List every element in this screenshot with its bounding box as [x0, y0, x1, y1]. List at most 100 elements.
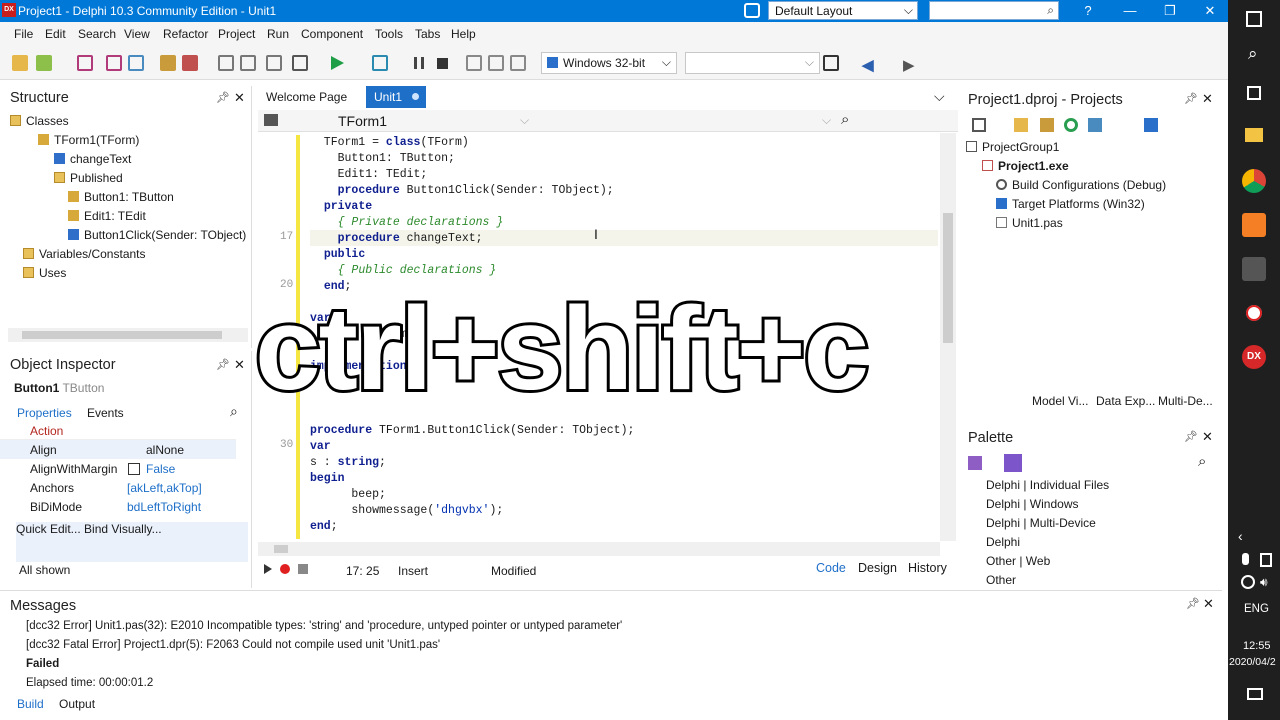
horizontal-scrollbar[interactable]	[8, 328, 248, 342]
task-view-icon[interactable]	[1247, 86, 1261, 100]
ide-search-input[interactable]: ⌕	[929, 1, 1059, 20]
message-line[interactable]: Failed	[26, 658, 59, 670]
class-combo[interactable]: TForm1	[338, 113, 387, 129]
tree-item-tform1[interactable]: TForm1(TForm)	[38, 131, 139, 150]
menu-search[interactable]: Search	[78, 27, 116, 41]
project-group[interactable]: ProjectGroup1	[966, 138, 1059, 157]
clock-time[interactable]: 12:55	[1243, 640, 1271, 652]
forward-icon[interactable]: ▶	[903, 56, 915, 74]
tree-item-classes[interactable]: Classes	[10, 112, 69, 131]
menu-tabs[interactable]: Tabs	[415, 27, 440, 41]
tree-item-uses[interactable]: Uses	[23, 264, 66, 283]
search-icon[interactable]: ⌕	[841, 111, 849, 128]
view-form-icon[interactable]	[266, 55, 282, 71]
tab-design[interactable]: Design	[858, 561, 897, 575]
project-exe[interactable]: Project1.exe	[982, 157, 1069, 176]
prop-row[interactable]: Align alNone	[0, 440, 236, 459]
prop-row[interactable]: BiDiMode bdLeftToRight	[0, 497, 236, 516]
pin-icon[interactable]: 📌︎	[1184, 430, 1198, 443]
menu-tools[interactable]: Tools	[375, 27, 403, 41]
add-icon[interactable]	[1014, 118, 1028, 132]
select-icon[interactable]	[1004, 454, 1022, 472]
save-all-icon[interactable]	[106, 55, 122, 71]
object-selector[interactable]: Button1 TButton	[14, 381, 248, 395]
select-icon[interactable]	[292, 55, 308, 71]
unit1-file[interactable]: Unit1.pas	[996, 214, 1063, 233]
sync-icon[interactable]	[972, 118, 986, 132]
palette-item[interactable]: Delphi | Individual Files	[986, 476, 1109, 495]
stop-icon[interactable]	[437, 58, 448, 69]
chrome-icon[interactable]	[1242, 169, 1266, 193]
tab-data-explorer[interactable]: Data Exp...	[1096, 394, 1155, 408]
network-icon[interactable]	[1241, 575, 1255, 589]
step-over-icon[interactable]	[466, 55, 482, 71]
run-without-debug-icon[interactable]	[372, 55, 388, 71]
save-icon[interactable]	[77, 55, 93, 71]
menu-edit[interactable]: Edit	[45, 27, 66, 41]
platform-select[interactable]: Windows 32-bit ⌵	[541, 52, 677, 74]
close-button[interactable]: ✕	[1190, 0, 1230, 22]
palette-item[interactable]: Delphi | Multi-Device	[986, 514, 1096, 533]
tree-item-changetext[interactable]: changeText	[54, 150, 131, 169]
view-unit-icon[interactable]	[240, 55, 256, 71]
menu-run[interactable]: Run	[267, 27, 289, 41]
tree-item-published[interactable]: Published	[54, 169, 123, 188]
target-platforms[interactable]: Target Platforms (Win32)	[996, 195, 1145, 214]
chevron-down-icon[interactable]: ⌵	[934, 88, 945, 105]
maximize-button[interactable]: ❐	[1150, 0, 1190, 22]
menu-project[interactable]: Project	[218, 27, 255, 41]
pin-icon[interactable]: 📌︎	[216, 91, 230, 104]
clock-date[interactable]: 2020/04/2	[1229, 656, 1276, 668]
toggle-form-icon[interactable]	[218, 55, 234, 71]
palette-item[interactable]: Delphi | Windows	[986, 495, 1078, 514]
file-explorer-icon[interactable]	[1245, 128, 1263, 142]
record-macro-icon[interactable]	[280, 564, 290, 574]
mic-icon[interactable]	[1242, 553, 1249, 565]
inspector-links[interactable]: Quick Edit... Bind Visually...	[16, 522, 248, 562]
tree-item-button1click[interactable]: Button1Click(Sender: TObject)	[68, 226, 246, 245]
close-icon[interactable]: ✕	[1203, 596, 1214, 612]
menu-view[interactable]: View	[124, 27, 150, 41]
refresh-icon[interactable]	[1064, 118, 1078, 132]
tree-item-edit1[interactable]: Edit1: TEdit	[68, 207, 146, 226]
checkbox[interactable]	[128, 463, 140, 475]
tab-welcome-page[interactable]: Welcome Page	[266, 90, 347, 104]
delphi-icon[interactable]: DX	[1242, 345, 1266, 369]
vertical-scrollbar[interactable]	[940, 133, 956, 541]
configuration-select[interactable]: ⌵	[685, 52, 820, 74]
search-icon[interactable]: ⌕	[1198, 453, 1206, 470]
save-as-icon[interactable]	[128, 55, 144, 71]
menu-file[interactable]: File	[14, 27, 33, 41]
chevron-down-icon[interactable]: ⌵	[520, 113, 529, 128]
trace-into-icon[interactable]	[488, 55, 504, 71]
horizontal-scrollbar[interactable]	[258, 542, 940, 556]
search-icon[interactable]: ⌕	[1248, 44, 1258, 64]
pin-icon[interactable]: 📌︎	[1186, 597, 1200, 610]
windows-icon[interactable]	[1246, 11, 1262, 27]
layout-select[interactable]: Default Layout ⌵	[768, 1, 918, 20]
close-icon[interactable]: ✕	[1202, 91, 1213, 107]
remove-file-icon[interactable]	[182, 55, 198, 71]
tab-output[interactable]: Output	[59, 697, 95, 711]
folder-icon[interactable]	[1040, 118, 1054, 132]
menu-help[interactable]: Help	[451, 27, 476, 41]
pause-icon[interactable]	[414, 57, 424, 69]
play-macro-icon[interactable]	[264, 564, 272, 574]
categories-icon[interactable]	[968, 456, 982, 470]
run-icon[interactable]	[331, 56, 344, 70]
menu-refactor[interactable]: Refactor	[163, 27, 208, 41]
message-line[interactable]: Elapsed time: 00:00:01.2	[26, 677, 153, 689]
pin-icon[interactable]: 📌︎	[1184, 92, 1198, 105]
add-file-icon[interactable]	[160, 55, 176, 71]
sublime-icon[interactable]	[1242, 213, 1266, 237]
new-items-icon[interactable]	[12, 55, 28, 71]
close-icon[interactable]: ✕	[234, 357, 245, 373]
open-project-icon[interactable]	[36, 55, 52, 71]
close-icon[interactable]: ✕	[234, 90, 245, 106]
tab-multi-device[interactable]: Multi-De...	[1158, 394, 1213, 408]
menu-component[interactable]: Component	[301, 27, 363, 41]
volume-icon[interactable]: 🔊︎	[1260, 575, 1268, 590]
battery-icon[interactable]	[1260, 553, 1272, 567]
record-icon[interactable]	[1242, 301, 1266, 325]
build-all-icon[interactable]	[1088, 118, 1102, 132]
